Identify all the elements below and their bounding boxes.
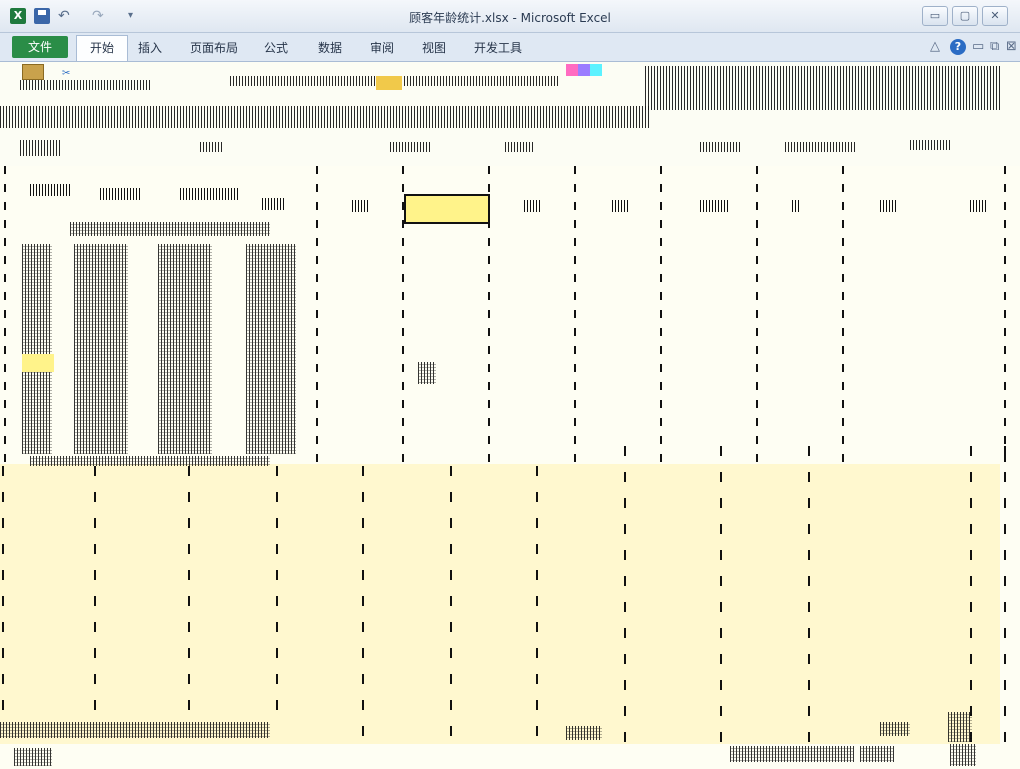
column-border xyxy=(276,466,278,726)
column-border xyxy=(188,466,190,726)
tab-data[interactable]: 数据 xyxy=(318,39,342,56)
cell-block xyxy=(246,244,296,454)
header-cell xyxy=(30,184,70,196)
header-cell xyxy=(880,200,898,212)
header-cell xyxy=(524,200,542,212)
row-border xyxy=(2,466,4,726)
column-border xyxy=(720,446,722,746)
group-label xyxy=(200,142,224,152)
header-cell xyxy=(180,188,240,200)
status-item xyxy=(948,712,972,742)
group-label xyxy=(700,142,740,152)
column-border xyxy=(660,166,662,466)
header-cell xyxy=(970,200,988,212)
paste-icon[interactable] xyxy=(22,64,44,80)
workbook-restore-icon[interactable]: ⧉ xyxy=(990,39,999,54)
format-row xyxy=(0,106,650,128)
column-border xyxy=(94,466,96,726)
zoom-control[interactable] xyxy=(860,746,894,762)
tab-home[interactable]: 开始 xyxy=(76,35,128,61)
zoom-control[interactable] xyxy=(950,744,976,766)
title-bar: X ↶ ↷ ▾ 顾客年龄统计.xlsx - Microsoft Excel ▭ … xyxy=(0,0,1020,33)
collapse-ribbon-icon[interactable]: △ xyxy=(930,39,940,54)
header-cell xyxy=(262,198,286,210)
cell-block xyxy=(74,244,128,454)
column-border xyxy=(970,446,972,746)
worksheet-grid[interactable] xyxy=(0,166,1020,769)
help-icon[interactable]: ? xyxy=(950,39,966,55)
column-border xyxy=(624,446,626,746)
status-bar xyxy=(0,744,1020,769)
header-cell xyxy=(612,200,630,212)
group-label xyxy=(505,142,535,152)
highlighted-cell[interactable] xyxy=(22,354,54,372)
column-border xyxy=(756,166,758,466)
header-cell xyxy=(352,200,370,212)
tab-page-layout[interactable]: 页面布局 xyxy=(190,39,238,56)
workbook-close-icon[interactable]: ⊠ xyxy=(1006,39,1017,54)
tab-developer[interactable]: 开发工具 xyxy=(474,39,522,56)
column-border xyxy=(362,466,364,746)
view-controls[interactable] xyxy=(730,746,854,762)
status-ready xyxy=(14,748,52,766)
cell-block xyxy=(158,244,212,454)
maximize-button[interactable]: ▢ xyxy=(952,6,978,26)
column-border xyxy=(450,466,452,746)
tab-file[interactable]: 文件 xyxy=(12,36,68,58)
column-border xyxy=(1004,166,1006,466)
header-cell xyxy=(792,200,800,212)
clipboard-group xyxy=(20,80,150,90)
sheet-tabs[interactable] xyxy=(0,722,270,738)
cell-block xyxy=(30,456,270,466)
fill-color-swatch[interactable] xyxy=(376,76,402,90)
header-cell xyxy=(100,188,140,200)
header-cell xyxy=(700,200,728,212)
workbook-minimize-icon[interactable]: ▭ xyxy=(972,39,984,54)
close-button[interactable]: ✕ xyxy=(982,6,1008,26)
ribbon-tab-bar: 文件 开始 插入 页面布局 公式 数据 审阅 视图 开发工具 △ ? ▭ ⧉ ⊠ xyxy=(0,33,1020,62)
minimize-button[interactable]: ▭ xyxy=(922,6,948,26)
column-border xyxy=(316,166,318,466)
window-title: 顾客年龄统计.xlsx - Microsoft Excel xyxy=(409,11,611,25)
cell-block xyxy=(70,222,270,236)
row-header-border xyxy=(4,166,6,466)
cell-block xyxy=(22,244,52,454)
ribbon-body xyxy=(0,62,1020,166)
tab-insert[interactable]: 插入 xyxy=(138,39,162,56)
group-label xyxy=(910,140,950,150)
tab-review[interactable]: 审阅 xyxy=(370,39,394,56)
column-border xyxy=(1004,446,1006,746)
column-border xyxy=(808,446,810,746)
tab-formulas[interactable]: 公式 xyxy=(264,39,288,56)
column-border xyxy=(536,466,538,746)
tab-view[interactable]: 视图 xyxy=(422,39,446,56)
font-color-swatch[interactable] xyxy=(566,64,602,76)
styles-group xyxy=(645,66,1000,110)
group-label xyxy=(390,142,430,152)
status-item xyxy=(566,726,602,740)
group-label xyxy=(20,140,60,156)
status-item xyxy=(880,722,910,736)
cell-block xyxy=(418,362,436,384)
column-border xyxy=(574,166,576,466)
cut-icon[interactable]: ✂ xyxy=(62,68,70,79)
group-label xyxy=(785,142,855,152)
column-border xyxy=(842,166,844,466)
active-cell[interactable] xyxy=(404,194,490,224)
selected-range xyxy=(0,464,1000,759)
